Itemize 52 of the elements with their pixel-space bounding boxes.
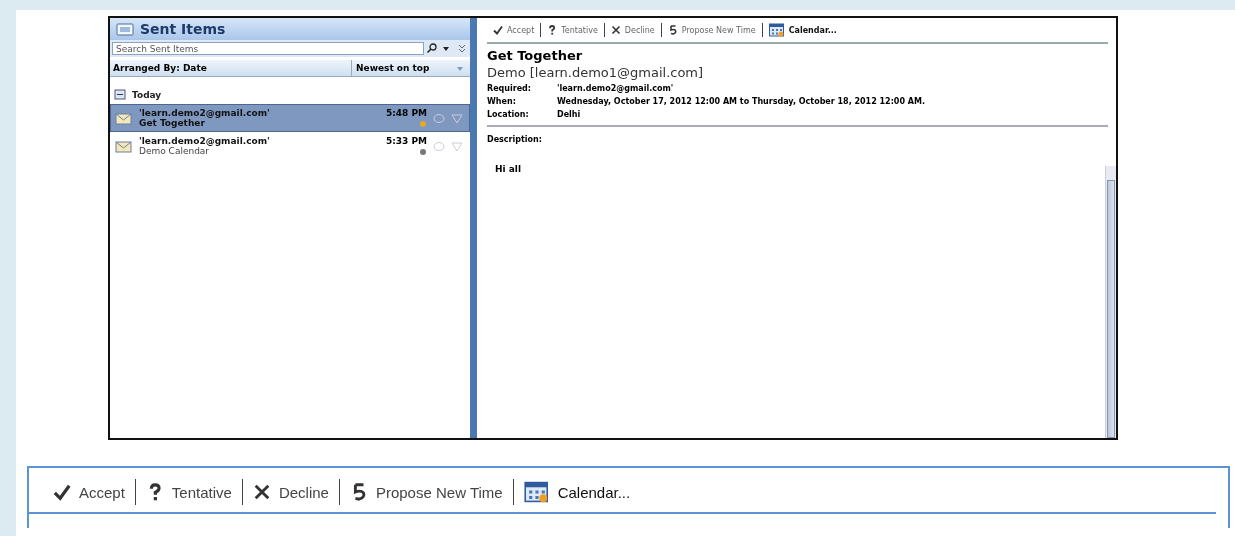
scroll-thumb[interactable] <box>1107 180 1115 438</box>
scrollbar[interactable] <box>1105 166 1116 438</box>
arranged-by-label: Arranged By: Date <box>112 63 208 73</box>
description-label: Description: <box>487 135 543 144</box>
subject-text: Get Together <box>139 118 206 128</box>
message-body: Hi all <box>495 164 522 174</box>
calendar-button[interactable]: Calendar... <box>513 477 641 507</box>
sender-name: Demo [learn.demo1@gmail.com] <box>487 65 705 80</box>
check-icon <box>53 483 71 501</box>
x-icon <box>252 483 271 501</box>
sort-order-button[interactable]: Newest on top <box>351 60 470 76</box>
field-label: When: <box>487 97 517 106</box>
check-icon <box>493 25 503 35</box>
search-field[interactable]: Search Sent Items <box>112 42 424 55</box>
field-value: 'learn.demo2@gmail.com' <box>557 84 674 93</box>
envelope-icon <box>115 139 133 153</box>
message-item[interactable]: 'learn.demo2@gmail.com' Get Together 5:48 PM <box>110 104 470 132</box>
expand-chevron-icon <box>456 43 468 54</box>
message-item[interactable]: 'learn.demo2@gmail.com' Demo Calendar 5:33 PM <box>110 132 470 160</box>
calendar-icon <box>523 481 550 503</box>
tentative-button[interactable]: Tentative <box>541 21 604 39</box>
calendar-button[interactable]: Calendar... <box>762 21 843 39</box>
accept-button[interactable]: Accept <box>487 21 541 39</box>
time-text: 5:33 PM <box>385 135 427 146</box>
envelope-icon <box>115 111 133 125</box>
decline-button[interactable]: Decline <box>604 21 661 39</box>
propose-button[interactable]: Propose New Time <box>661 21 762 39</box>
question-mark-icon <box>547 25 558 35</box>
accept-button[interactable]: Accept <box>43 477 135 507</box>
message-subject: Get Together <box>487 48 584 63</box>
search-icon <box>426 43 438 54</box>
category-circle-icon <box>433 140 445 152</box>
x-icon <box>610 25 621 35</box>
folder-icon <box>116 22 134 36</box>
tentative-button[interactable]: Tentative <box>135 477 242 507</box>
pane-title: Sent Items <box>140 21 226 37</box>
flag-icon <box>451 140 463 152</box>
collapse-icon <box>114 89 126 100</box>
subject-text: Demo Calendar <box>139 146 211 156</box>
propose-button[interactable]: Propose New Time <box>339 477 513 507</box>
calendar-icon <box>768 23 785 37</box>
field-label: Location: <box>487 110 530 119</box>
sender-text: 'learn.demo2@gmail.com' <box>139 108 271 118</box>
field-label: Required: <box>487 84 533 93</box>
decline-button[interactable]: Decline <box>242 477 339 507</box>
field-value: Wednesday, October 17, 2012 12:00 AM to Thursday, October 18, 2012 12:00 AM. <box>557 97 925 106</box>
category-circle-icon <box>433 112 445 124</box>
flag-icon <box>451 112 463 124</box>
time-text: 5:48 PM <box>385 107 427 118</box>
sender-text: 'learn.demo2@gmail.com' <box>139 136 271 146</box>
field-value: Delhi <box>557 110 581 119</box>
group-header[interactable]: Today <box>114 89 470 100</box>
